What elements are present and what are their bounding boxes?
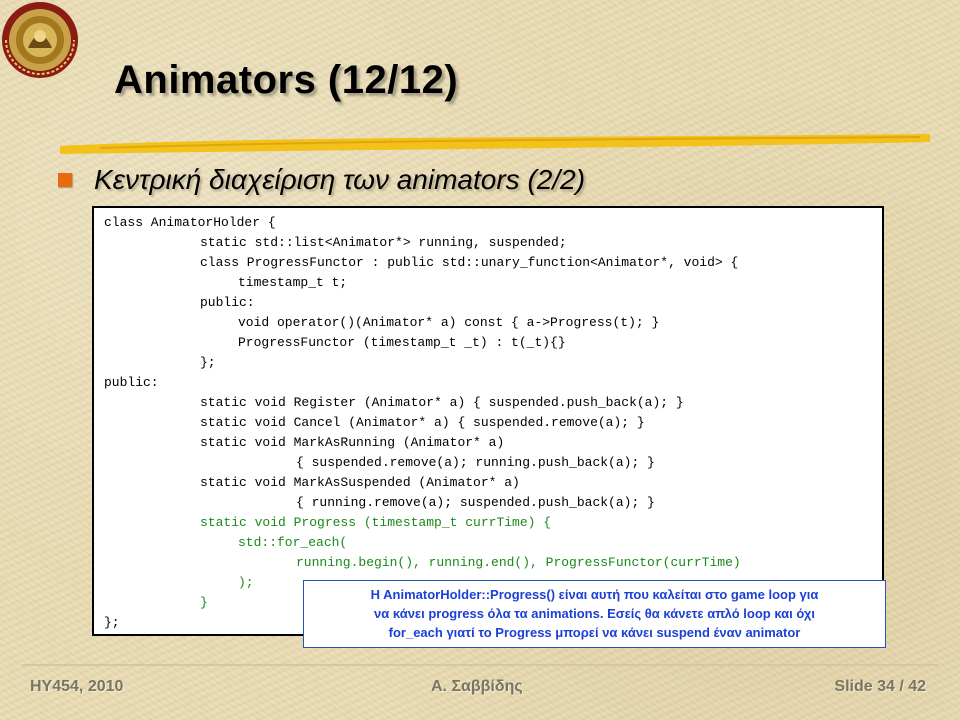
code-line: static void Progress (timestamp_t currTi… [200, 515, 552, 530]
slide-title: Animators (12/12) [114, 58, 459, 102]
code-line: class AnimatorHolder { [104, 215, 276, 230]
note-line: να κάνει progress όλα τα animations. Εσε… [374, 606, 815, 621]
code-line: { suspended.remove(a); running.push_back… [296, 455, 655, 470]
title-underline [60, 134, 930, 154]
code-line: static void Register (Animator* a) { sus… [200, 395, 684, 410]
note-line: for_each γιατί το Progress μπορεί να κάν… [388, 625, 801, 640]
note-line: H AnimatorHolder::Progress() είναι αυτή … [370, 587, 819, 602]
code-line: ProgressFunctor (timestamp_t _t) : t(_t)… [238, 335, 566, 350]
footer-author: Α. Σαββίδης [431, 678, 523, 695]
code-line: static std::list<Animator*> running, sus… [200, 235, 567, 250]
code-line: class ProgressFunctor : public std::unar… [200, 255, 739, 270]
footer-course: ΗΥ454, 2010 [30, 678, 124, 695]
code-line: { running.remove(a); suspended.push_back… [296, 495, 655, 510]
code-line: } [200, 595, 208, 610]
callout-note: H AnimatorHolder::Progress() είναι αυτή … [303, 580, 886, 648]
code-line: ); [238, 575, 254, 590]
code-line: void operator()(Animator* a) const { a->… [238, 315, 660, 330]
footer-slide-number: Slide 34 / 42 [834, 678, 926, 695]
university-logo [2, 2, 78, 78]
bullet-subtitle: Κεντρική διαχείριση των animators (2/2) [94, 164, 586, 195]
code-line: static void MarkAsRunning (Animator* a) [200, 435, 505, 450]
code-line: timestamp_t t; [238, 275, 348, 290]
code-line: public: [104, 375, 159, 390]
code-line: }; [200, 355, 216, 370]
code-line: static void MarkAsSuspended (Animator* a… [200, 475, 520, 490]
code-line: std::for_each( [238, 535, 348, 550]
code-line: }; [104, 615, 120, 630]
code-block: class AnimatorHolder {static std::list<A… [92, 206, 884, 636]
footer-divider [22, 664, 938, 666]
code-line: running.begin(), running.end(), Progress… [296, 555, 741, 570]
code-line: public: [200, 295, 255, 310]
bullet-item: Κεντρική διαχείριση των animators (2/2) [58, 160, 585, 200]
code-line: static void Cancel (Animator* a) { suspe… [200, 415, 645, 430]
bullet-square-icon [58, 173, 72, 187]
